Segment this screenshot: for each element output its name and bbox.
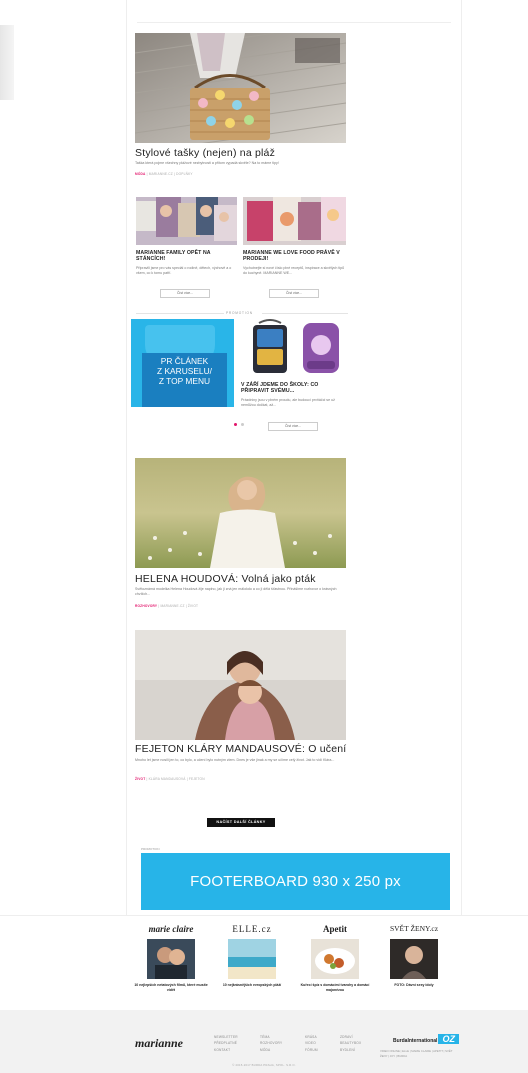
- footerboard-banner[interactable]: FOOTERBOARD 930 x 250 px: [141, 853, 450, 910]
- apetit-logo[interactable]: Apetit: [295, 924, 375, 936]
- partner-caption[interactable]: Kuřecí špíz s domácími tvarohy a domácí …: [295, 983, 375, 993]
- second-article-perex: Světoznámá modelka Helena Houdová žije n…: [135, 587, 337, 597]
- second-article-author[interactable]: MARIANNE.CZ: [160, 604, 184, 608]
- footer-link[interactable]: FÓRUM: [305, 1047, 318, 1053]
- load-more-button[interactable]: NAČÍST DALŠÍ ČLÁNKY: [207, 818, 275, 827]
- hero-article-tag[interactable]: DOPLŇKY: [176, 172, 193, 176]
- right-card-image[interactable]: [243, 197, 346, 245]
- partner-caption[interactable]: 10 nejlepších netatových filmů, které mu…: [131, 983, 211, 993]
- pr-article-label: PR ČLÁNEK Z KARUSELU/ Z TOP MENU: [142, 353, 227, 407]
- hero-article-title[interactable]: Stylové tašky (nejen) na pláž: [135, 147, 350, 159]
- promo-divider-right: [262, 313, 348, 314]
- third-article-category[interactable]: ŽIVOT: [135, 777, 145, 781]
- pr-label-line: Z TOP MENU: [158, 376, 211, 387]
- second-article-title[interactable]: HELENA HOUDOVÁ: Volná jako pták: [135, 573, 350, 585]
- svet-zeny-logo[interactable]: SVĚT ŽENY.cz: [374, 924, 454, 936]
- footer-brand-logo[interactable]: marianne: [135, 1036, 183, 1051]
- burda-oz-mark: OZ: [438, 1034, 459, 1044]
- promo-card-perex: Prázdniny jsou v plném proudu, ale budou…: [241, 398, 335, 408]
- pr-label-line: PR ČLÁNEK: [160, 356, 209, 366]
- second-article-meta: ROZHOVORY | MARIANNE.CZ | ŽIVOT: [135, 604, 199, 608]
- copyright-notice: © 2015-2017 BURDA PRAHA, SPOL. S.R.O.: [232, 1063, 296, 1067]
- footer-link[interactable]: KONTAKT: [214, 1047, 238, 1053]
- partner-marie-claire[interactable]: marie claire 10 nejlepších netatových fi…: [131, 924, 211, 993]
- footer-link[interactable]: PŘEDPLATNÉ: [214, 1040, 238, 1046]
- divider: [137, 22, 451, 23]
- partner-thumbnail[interactable]: [147, 939, 195, 979]
- hero-article-category[interactable]: MÓDA: [135, 172, 146, 176]
- left-card-title[interactable]: MARIANNE FAMILY OPĚT NA STÁNCÍCH!: [136, 250, 236, 263]
- left-card-read-more-button[interactable]: Číst více...: [160, 289, 210, 298]
- footerboard-label: PROMOTION: [141, 847, 160, 851]
- magazine-covers-photo: [136, 197, 237, 245]
- elle-logo[interactable]: ELLE.cz: [212, 924, 292, 936]
- right-card-read-more-button[interactable]: Číst více...: [269, 289, 319, 298]
- pr-label-line: Z KARUSELU/: [157, 366, 212, 377]
- hero-article-author[interactable]: MARIANNE.CZ: [149, 172, 173, 176]
- partner-thumbnail[interactable]: [228, 939, 276, 979]
- footer-links-col-3: KRÁSA VIDEO FÓRUM: [305, 1034, 318, 1053]
- partner-elle[interactable]: ELLE.cz 10 nejkrásnějších evropských plá…: [212, 924, 292, 988]
- footer-links-col-1: NEWSLETTER PŘEDPLATNÉ KONTAKT: [214, 1034, 238, 1053]
- promo-section-label: PROMOTION: [226, 311, 253, 315]
- burda-logo[interactable]: BurdaInternational OZ: [393, 1034, 459, 1044]
- partner-apetit[interactable]: Apetit Kuřecí špíz s domácími tvarohy a …: [295, 924, 375, 993]
- footer-link[interactable]: ROZHOVORY: [260, 1040, 282, 1046]
- partner-sites-strip: marie claire 10 nejlepších netatových fi…: [0, 915, 528, 1000]
- retro-idol-photo: [390, 939, 438, 979]
- side-shadow: [0, 25, 14, 100]
- partner-caption[interactable]: FOTO: Dávní sexy idoly: [374, 983, 454, 988]
- food-magazine-photo: [243, 197, 346, 245]
- carousel-dot[interactable]: [241, 423, 244, 426]
- left-card-perex: Připravili jsme pro vás speciál o rodině…: [136, 266, 232, 276]
- third-article-image[interactable]: [135, 630, 346, 740]
- burda-network-links[interactable]: VIDEO ONLINE | ELLE | MARIE CLAIRE | APE…: [380, 1049, 460, 1059]
- promo-card-image[interactable]: [241, 319, 347, 377]
- footer-links-col-4: ZDRAVÍ BEAUTYBOX BYDLENÍ: [340, 1034, 361, 1053]
- marie-claire-logo[interactable]: marie claire: [131, 924, 211, 936]
- carousel-dot-active[interactable]: [234, 423, 237, 426]
- third-article-meta: ŽIVOT | KLÁRA MANDAUSOVÁ | FEJETON: [135, 777, 205, 781]
- school-backpacks-photo: [241, 319, 347, 377]
- footer-links-col-2: TÉMA ROZHOVORY MÓDA: [260, 1034, 282, 1053]
- partner-thumbnail[interactable]: [390, 939, 438, 979]
- footer-link[interactable]: VIDEO: [305, 1040, 318, 1046]
- third-article-title[interactable]: FEJETON KLÁRY MANDAUSOVÉ: O učení: [135, 743, 350, 755]
- footer-link[interactable]: MÓDA: [260, 1047, 282, 1053]
- footer-link[interactable]: BYDLENÍ: [340, 1047, 361, 1053]
- promo-divider-left: [136, 313, 224, 314]
- second-article-category[interactable]: ROZHOVORY: [135, 604, 157, 608]
- third-article-tag[interactable]: FEJETON: [189, 777, 205, 781]
- partner-thumbnail[interactable]: [311, 939, 359, 979]
- film-couple-photo: [147, 939, 195, 979]
- promo-card-title[interactable]: V ZÁŘÍ JDEME DO ŠKOLY: CO PŘIPRAVIT SVÉM…: [241, 382, 345, 395]
- partner-caption[interactable]: 10 nejkrásnějších evropských pláží: [212, 983, 292, 988]
- food-plate-photo: [311, 939, 359, 979]
- right-card-perex: Vychutnejte si nové číslo plné receptů, …: [243, 266, 345, 276]
- hero-article-image[interactable]: [135, 33, 346, 143]
- carousel-pagination: [234, 413, 248, 431]
- hero-article-meta: MÓDA | MARIANNE.CZ | DOPLŇKY: [135, 172, 193, 176]
- woman-in-field-photo: [135, 458, 346, 568]
- second-article-image[interactable]: [135, 458, 346, 568]
- second-article-tag[interactable]: ŽIVOT: [188, 604, 198, 608]
- beach-bag-photo: [135, 33, 346, 143]
- footer-link[interactable]: BEAUTYBOX: [340, 1040, 361, 1046]
- hero-article-perex: Taška která pojme všechny plážové nezbyt…: [135, 161, 279, 165]
- third-article-perex: Mnoho let jsme nosili jen to, co bylo, a…: [135, 758, 335, 762]
- partner-svet-zeny[interactable]: SVĚT ŽENY.cz FOTO: Dávní sexy idoly: [374, 924, 454, 988]
- mother-and-child-photo: [135, 630, 346, 740]
- left-card-image[interactable]: [136, 197, 237, 245]
- right-card-title[interactable]: MARIANNE WE LOVE FOOD PRÁVĚ V PRODEJI!: [243, 250, 347, 263]
- burda-logo-text: BurdaInternational: [393, 1038, 438, 1044]
- promo-card-read-more-button[interactable]: Číst více...: [268, 422, 318, 431]
- third-article-author[interactable]: KLÁRA MANDAUSOVÁ: [149, 777, 186, 781]
- beach-photo: [228, 939, 276, 979]
